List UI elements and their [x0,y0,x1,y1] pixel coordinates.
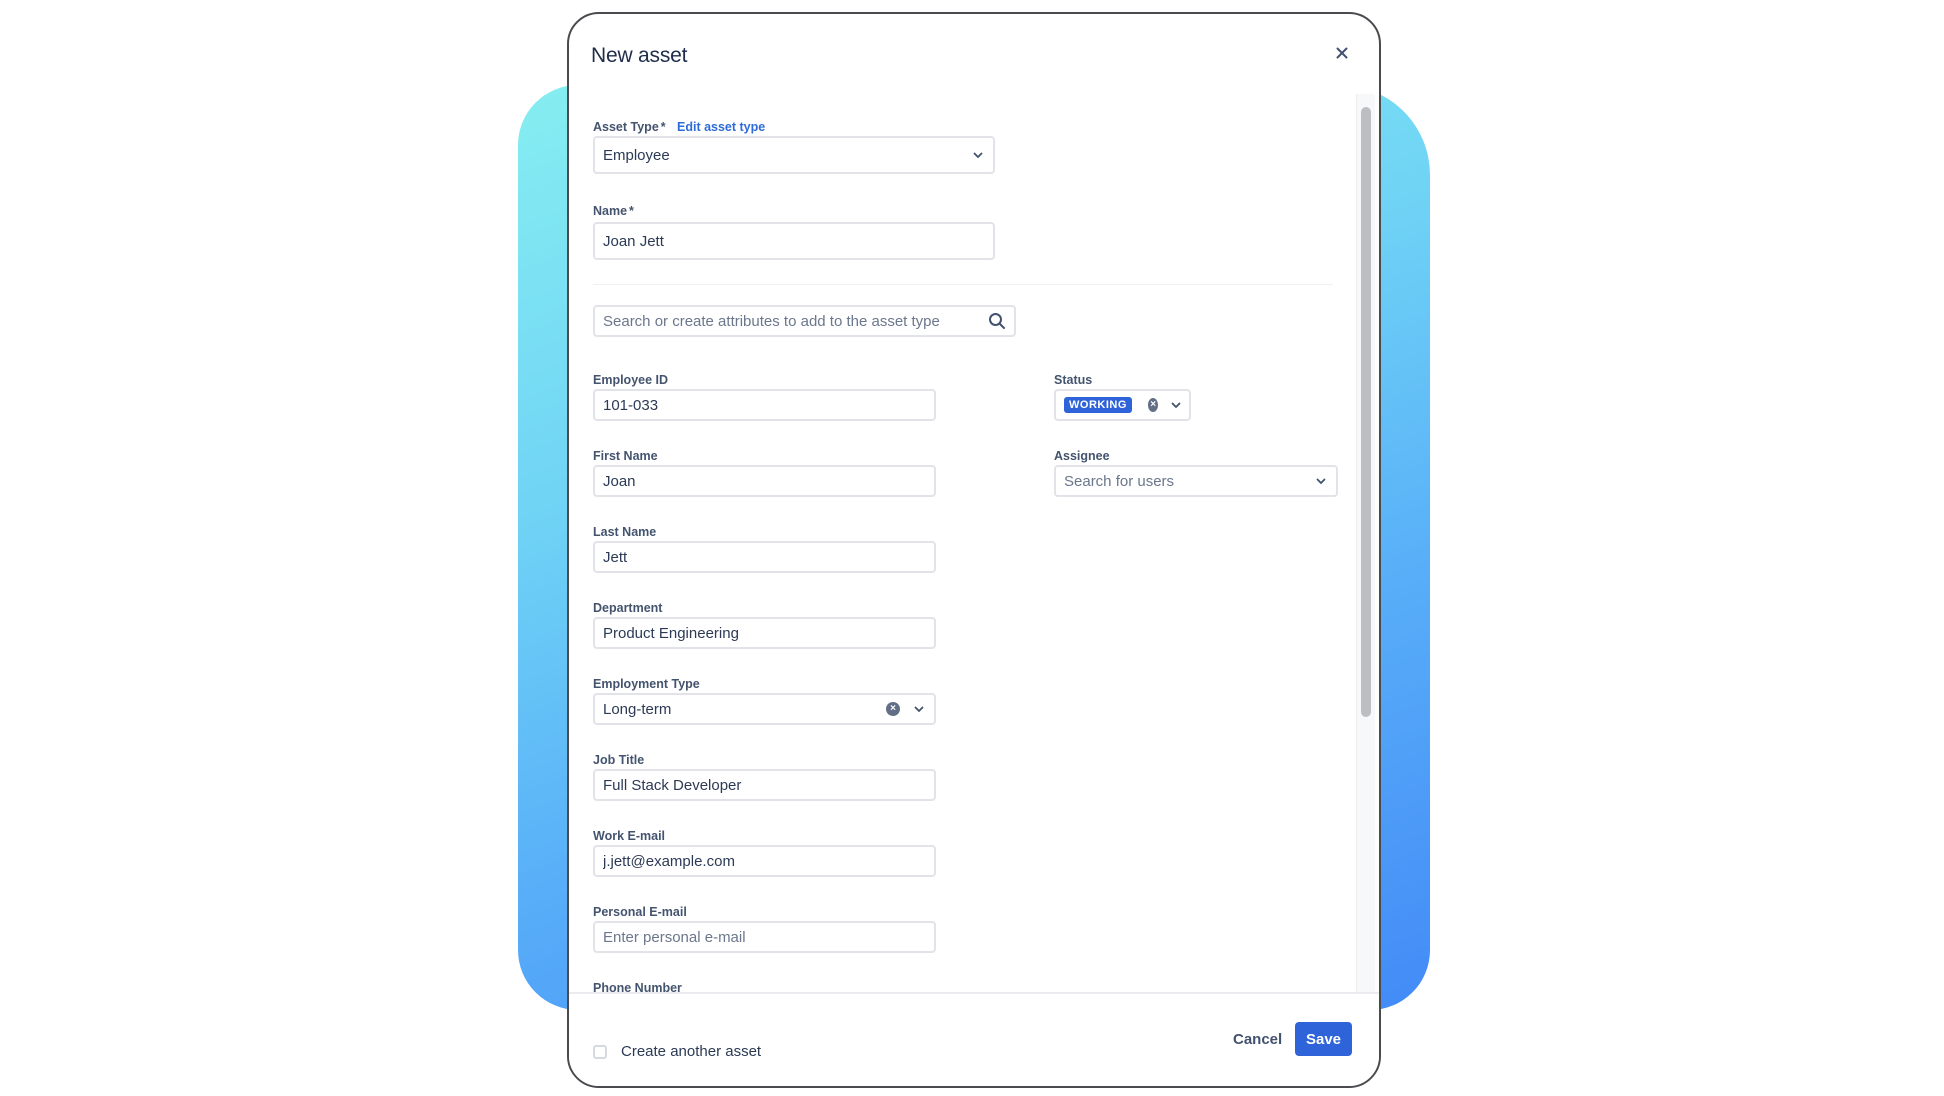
asset-type-label-text: Asset Type [593,120,659,134]
clear-selection-icon[interactable]: × [886,702,900,716]
form-scroll-area: Asset Type * Edit asset type Employee Nam… [569,94,1379,992]
first-name-input[interactable]: Joan [593,465,936,497]
personal-email-label: Personal E-mail [593,905,687,919]
search-icon [988,312,1006,330]
personal-email-input[interactable]: Enter personal e-mail [593,921,936,953]
name-input[interactable]: Joan Jett [593,222,995,260]
employment-type-select[interactable]: Long-term × [593,693,936,725]
create-another-label[interactable]: Create another asset [621,1043,761,1060]
work-email-input[interactable]: j.jett@example.com [593,845,936,877]
chevron-down-icon [1314,474,1328,488]
department-value: Product Engineering [603,624,739,642]
name-label: Name * [593,204,634,218]
work-email-value: j.jett@example.com [603,852,735,870]
scrollbar-track[interactable] [1356,94,1375,992]
close-button[interactable] [1331,42,1353,64]
asset-type-label: Asset Type * [593,120,666,134]
employee-id-label: Employee ID [593,373,669,387]
employment-type-label: Employment Type [593,677,700,691]
assignee-label: Assignee [1054,449,1110,463]
last-name-input[interactable]: Jett [593,541,936,573]
chevron-down-icon [912,702,926,716]
dialog-footer: Create another asset Cancel Save [569,992,1379,1086]
cancel-button[interactable]: Cancel [1225,1022,1290,1056]
job-title-input[interactable]: Full Stack Developer [593,769,936,801]
close-icon [1336,47,1348,59]
department-input[interactable]: Product Engineering [593,617,936,649]
employee-id-value: 101-033 [603,396,659,414]
dialog-title: New asset [591,44,688,67]
new-asset-dialog: New asset Asset Type * Edit asset type Em… [567,12,1381,1088]
job-title-label: Job Title [593,753,645,767]
status-select[interactable]: WORKING × [1054,389,1191,421]
assignee-select[interactable]: Search for users [1054,465,1338,497]
first-name-label: First Name [593,449,658,463]
required-mark: * [629,204,634,218]
name-label-text: Name [593,204,628,218]
status-label: Status [1054,373,1093,387]
asset-type-value: Employee [603,146,670,164]
phone-number-label: Phone Number [593,981,682,992]
employment-type-value: Long-term [603,700,672,718]
save-button[interactable]: Save [1295,1022,1352,1056]
work-email-label: Work E-mail [593,829,666,843]
employee-id-input[interactable]: 101-033 [593,389,936,421]
asset-type-select[interactable]: Employee [593,136,995,174]
name-value: Joan Jett [603,232,664,250]
scrollbar-thumb[interactable] [1361,107,1371,717]
required-mark: * [660,120,666,134]
last-name-value: Jett [603,548,628,566]
status-badge: WORKING [1064,397,1132,413]
assignee-placeholder: Search for users [1064,472,1175,490]
job-title-value: Full Stack Developer [603,776,742,794]
last-name-label: Last Name [593,525,657,539]
chevron-down-icon [1170,398,1181,412]
chevron-down-icon [971,148,985,162]
clear-selection-icon[interactable]: × [1147,398,1159,412]
create-another-checkbox[interactable] [593,1045,607,1059]
first-name-value: Joan [603,472,636,490]
section-divider [593,284,1333,285]
personal-email-placeholder: Enter personal e-mail [603,928,746,946]
department-label: Department [593,601,663,615]
edit-asset-type-link[interactable]: Edit asset type [677,120,765,134]
attribute-search-input[interactable]: Search or create attributes to add to th… [593,305,1016,337]
attribute-search-placeholder: Search or create attributes to add to th… [603,312,940,330]
